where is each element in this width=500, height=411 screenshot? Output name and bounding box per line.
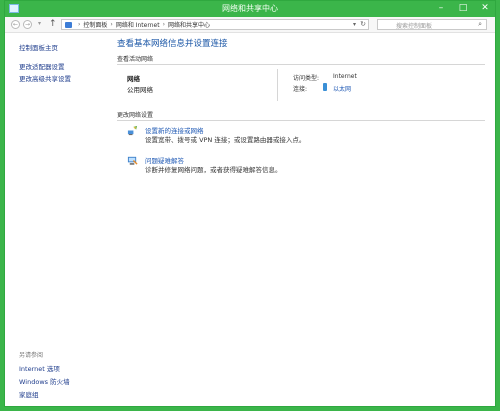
network-divider	[277, 69, 278, 101]
troubleshoot-desc: 诊断并修复网络问题，或者获得疑难解答信息。	[145, 166, 282, 174]
breadcrumb-network-internet[interactable]: 网络和 Internet	[116, 20, 160, 29]
ethernet-icon	[323, 83, 327, 91]
sidebar-link-control-panel-home[interactable]: 控制面板主页	[19, 42, 58, 52]
page-title: 查看基本网络信息并设置连接	[117, 39, 228, 49]
setup-connection-desc: 设置宽带、拨号或 VPN 连接；或设置路由器或接入点。	[145, 136, 306, 144]
breadcrumb-separator-icon: ›	[78, 21, 81, 28]
search-icon[interactable]: ⌕	[478, 20, 482, 29]
see-also-internet-options[interactable]: Internet 选项	[19, 363, 60, 373]
connection-label: 连接:	[293, 86, 308, 93]
troubleshoot-icon	[127, 156, 138, 165]
breadcrumb-network-sharing-center[interactable]: 网络和共享中心	[168, 20, 210, 29]
refresh-icon[interactable]: ↻	[360, 20, 366, 28]
back-button[interactable]: ←	[11, 20, 20, 29]
navigation-bar: ← → ▾ ↑ › 控制面板 › 网络和 Internet › 网络和共享中心 …	[5, 17, 495, 33]
search-input[interactable]: 搜索控制面板 ⌕	[377, 19, 487, 30]
maximize-button[interactable]: □	[457, 2, 469, 14]
sidebar: 控制面板主页 更改适配器设置 更改高级共享设置 另请参阅 Internet 选项…	[5, 33, 105, 406]
search-placeholder: 搜索控制面板	[396, 23, 433, 30]
breadcrumb-separator-icon: ›	[162, 21, 165, 28]
network-type-link[interactable]: 公用网络	[127, 84, 153, 94]
window-title: 网络和共享中心	[222, 4, 278, 13]
see-also-heading: 另请参阅	[19, 352, 44, 359]
forward-button[interactable]: →	[23, 20, 32, 29]
network-name: 网络	[127, 75, 140, 83]
address-bar[interactable]: › 控制面板 › 网络和 Internet › 网络和共享中心 ▾ ↻	[61, 19, 369, 30]
active-networks-label: 查看活动网络	[117, 56, 154, 63]
control-panel-icon	[65, 21, 72, 28]
window-controls: – □ ✕	[435, 2, 491, 14]
close-button[interactable]: ✕	[479, 2, 491, 14]
change-settings-label: 更改网络设置	[117, 112, 154, 119]
address-dropdown-icon[interactable]: ▾	[353, 21, 356, 28]
new-connection-icon	[127, 125, 138, 136]
recent-locations-chevron-icon[interactable]: ▾	[35, 20, 44, 29]
up-button[interactable]: ↑	[49, 19, 57, 29]
connection-ethernet-link[interactable]: 以太网	[333, 84, 351, 93]
access-type-value: Internet	[333, 73, 357, 80]
breadcrumb-separator-icon: ›	[110, 21, 113, 28]
breadcrumb-control-panel[interactable]: 控制面板	[83, 20, 107, 29]
network-sharing-center-window: 网络和共享中心 – □ ✕ ← → ▾ ↑ › 控制面板 › 网络和 Inter…	[4, 0, 496, 407]
sidebar-link-change-advanced-sharing[interactable]: 更改高级共享设置	[19, 73, 71, 83]
sidebar-link-change-adapter-settings[interactable]: 更改适配器设置	[19, 61, 65, 71]
minimize-button[interactable]: –	[435, 2, 447, 14]
access-type-label: 访问类型:	[293, 75, 320, 82]
see-also-windows-firewall[interactable]: Windows 防火墙	[19, 376, 70, 386]
title-bar: 网络和共享中心 – □ ✕	[5, 1, 495, 17]
section-divider	[117, 120, 485, 121]
see-also-homegroup[interactable]: 家庭组	[19, 389, 39, 399]
section-divider	[117, 64, 485, 65]
